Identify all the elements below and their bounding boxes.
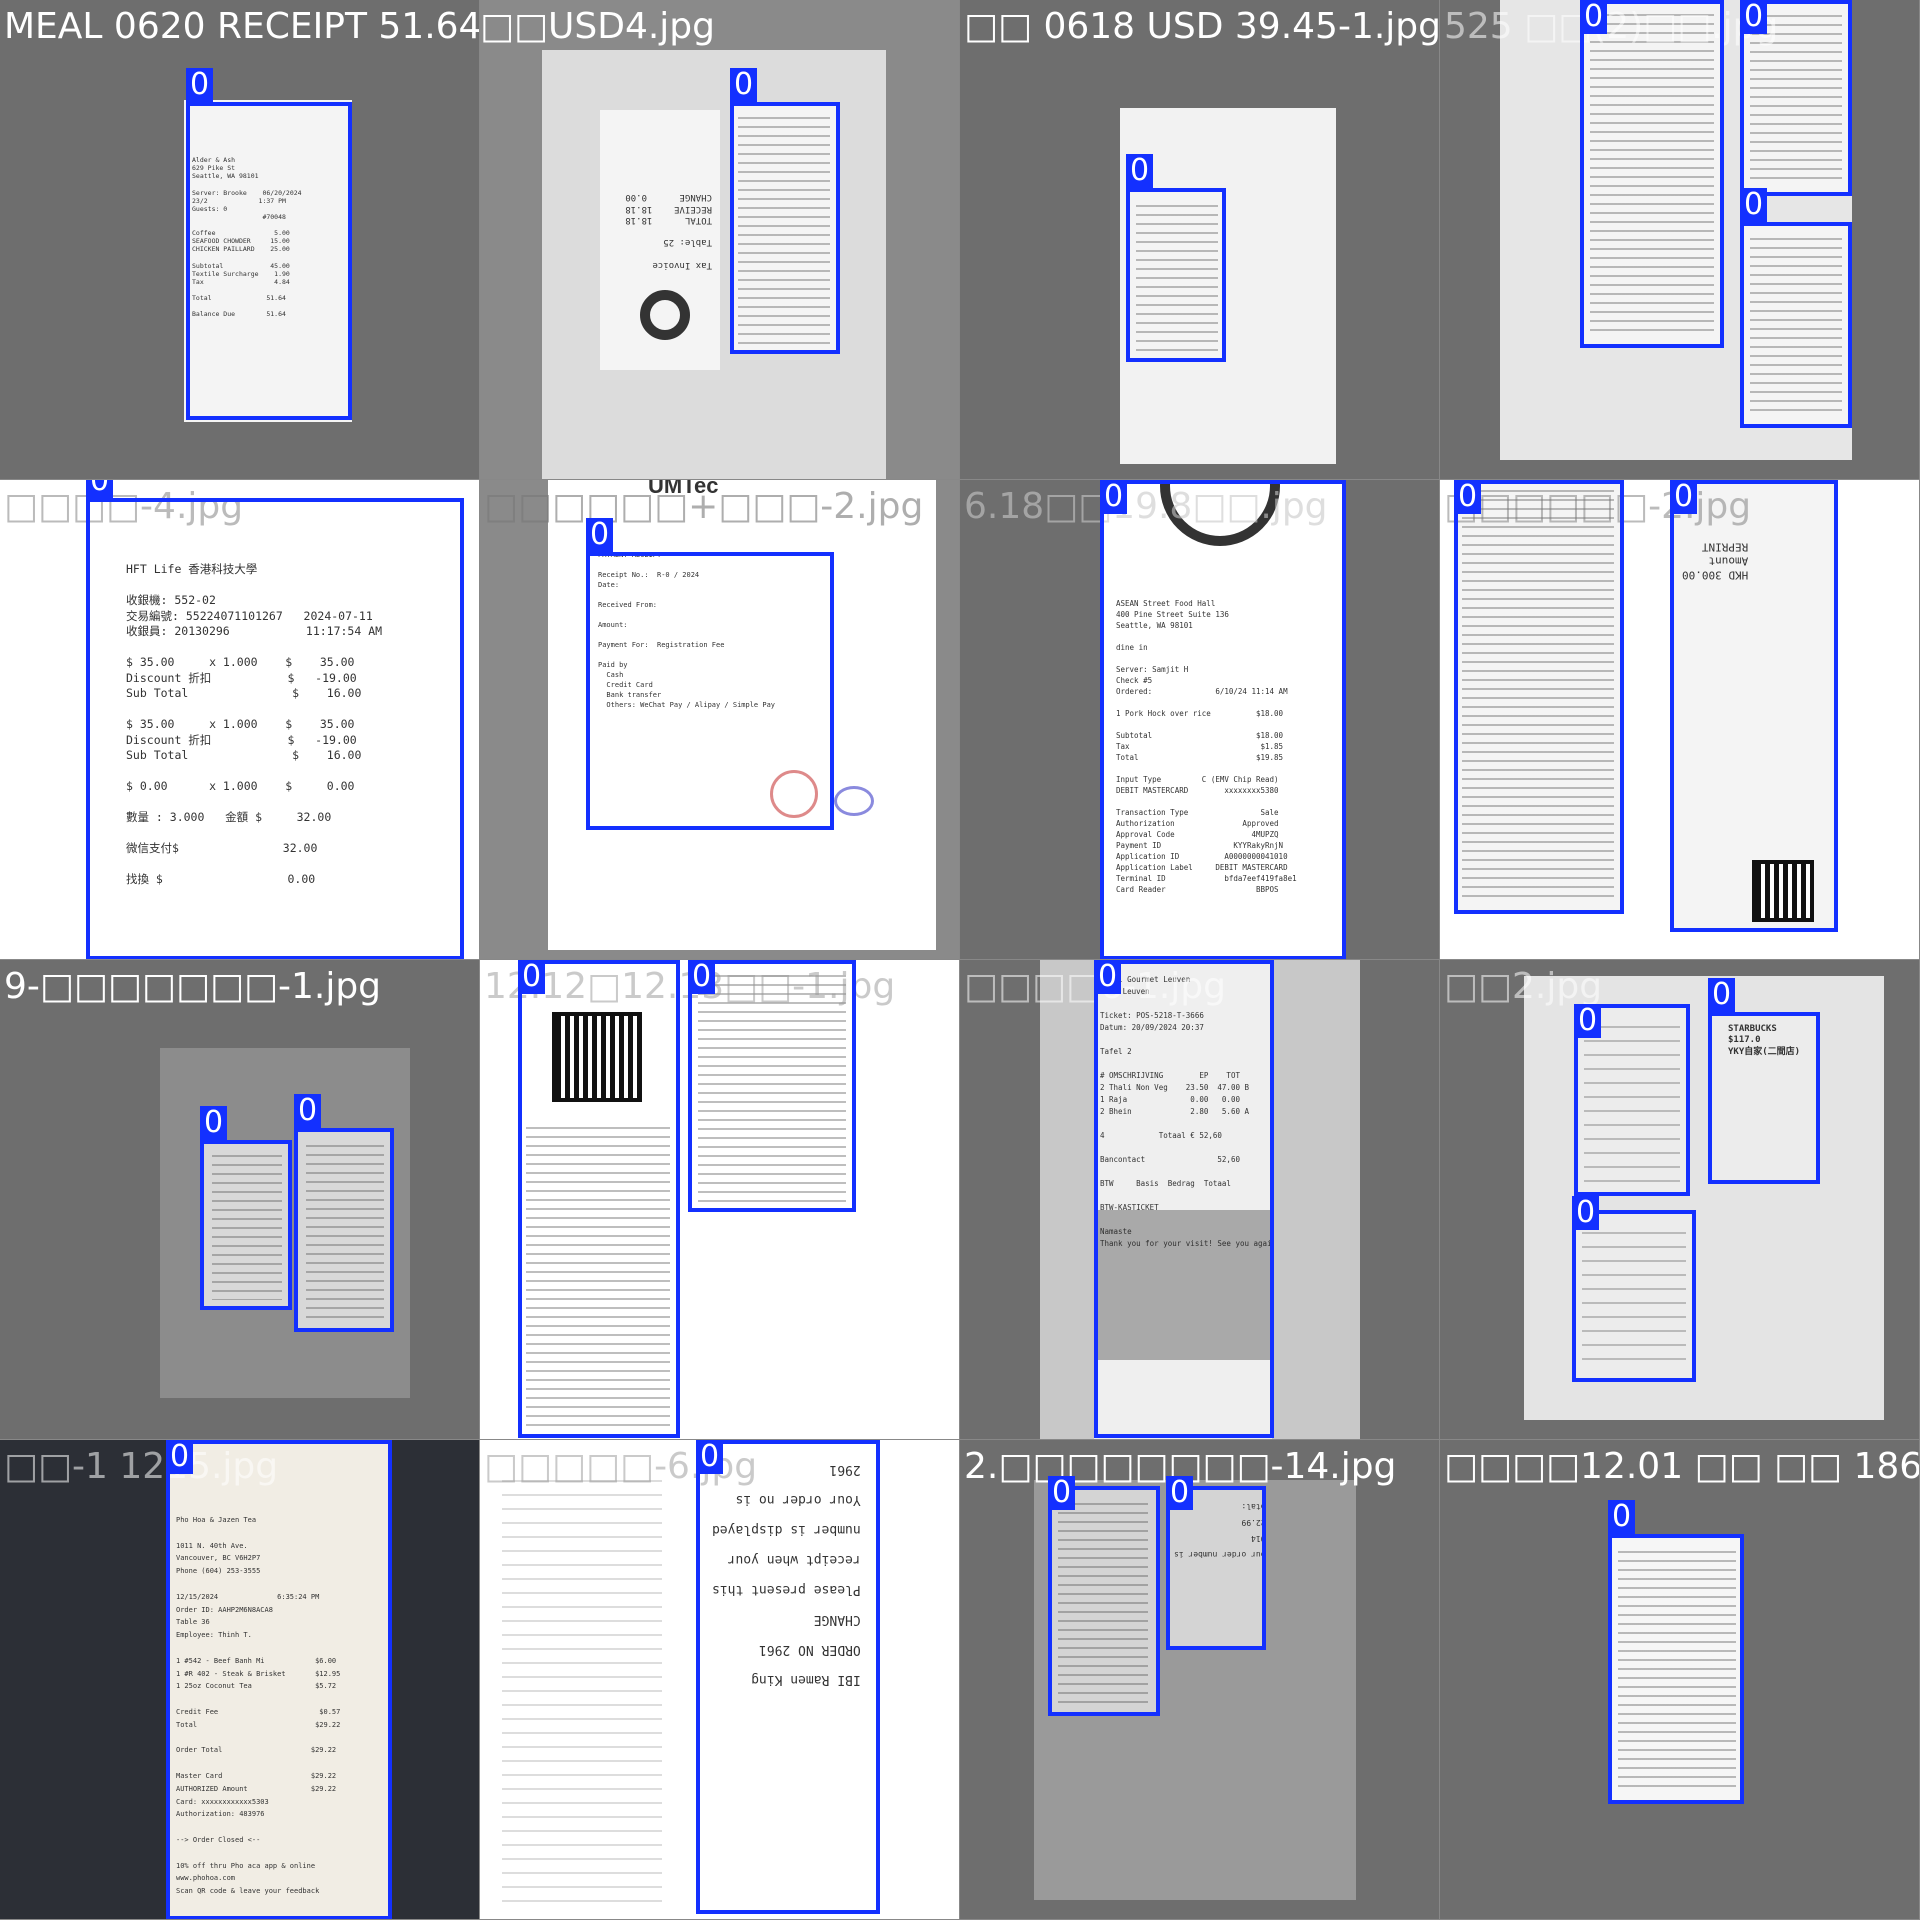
detection-box[interactable]: 0 bbox=[1094, 960, 1274, 1438]
detection-box[interactable]: 0 bbox=[730, 68, 840, 354]
tile-filename: □□ 0618 USD 39.45-1.jpg bbox=[964, 6, 1440, 47]
receipt-paper-left: Tax Invoice Table: 25 TOTAL 18.18 RECEIV… bbox=[600, 110, 720, 370]
class-label: 0 bbox=[688, 960, 716, 994]
tile-4[interactable]: 525 □□(2)□□.jpg 0 0 0 bbox=[1440, 0, 1920, 480]
detection-box-2[interactable]: 0 bbox=[1708, 978, 1820, 1184]
class-label: 0 bbox=[1126, 154, 1154, 188]
tile-filename: □□USD4.jpg bbox=[480, 6, 716, 47]
class-label: 0 bbox=[1574, 1004, 1602, 1038]
class-label: 0 bbox=[1740, 0, 1768, 34]
detection-box[interactable]: 0 bbox=[1608, 1500, 1744, 1804]
class-label: 0 bbox=[294, 1094, 322, 1128]
detection-box-2[interactable]: 0 bbox=[1740, 0, 1852, 196]
class-label: 0 bbox=[1100, 480, 1128, 514]
class-label: 0 bbox=[1094, 960, 1122, 994]
class-label: 0 bbox=[1740, 188, 1768, 222]
tile-6[interactable]: UMTec PAYMENT RECEIPT Receipt No.: R-0 /… bbox=[480, 480, 960, 960]
tile-2[interactable]: Tax Invoice Table: 25 TOTAL 18.18 RECEIV… bbox=[480, 0, 960, 480]
tile-filename: □□□□□□+□□□-2.jpg bbox=[484, 486, 924, 527]
class-label: 0 bbox=[696, 1440, 724, 1474]
detection-box[interactable]: 0 bbox=[186, 68, 352, 420]
blue-stamp-icon bbox=[834, 786, 874, 816]
class-label: 0 bbox=[186, 68, 214, 102]
class-label: 0 bbox=[1048, 1476, 1076, 1510]
tile-filename: 9-□□□□□□□-1.jpg bbox=[4, 966, 382, 1007]
detection-box-1[interactable]: 0 bbox=[518, 960, 680, 1438]
tile-15[interactable]: Your order number is 0014 $22.99 Total: … bbox=[960, 1440, 1440, 1920]
detection-box-1[interactable]: 0 bbox=[200, 1106, 292, 1310]
class-label: 0 bbox=[1580, 0, 1608, 34]
class-label: 0 bbox=[586, 518, 614, 552]
tile-filename: MEAL 0620 RECEIPT 51.64 □□USD4.jpg bbox=[4, 6, 480, 47]
tile-10[interactable]: 12.12□12.13□□-1.jpg 0 0 bbox=[480, 960, 960, 1440]
detection-box-3[interactable]: 0 bbox=[1572, 1196, 1696, 1382]
tile-13[interactable]: Pho Hoa & Jazen Tea 1011 N. 40th Ave. Va… bbox=[0, 1440, 480, 1920]
tile-5[interactable]: HFT Life 香港科技大學 收銀機: 552-02 交易編號: 552240… bbox=[0, 480, 480, 960]
tile-3[interactable]: □□ 0618 USD 39.45-1.jpg 0 bbox=[960, 0, 1440, 480]
class-label: 0 bbox=[1708, 978, 1736, 1012]
detection-box-2[interactable]: 0 bbox=[688, 960, 856, 1212]
tile-12[interactable]: STARBUCKS $117.0 YKY自家(二間店) □□2.jpg 0 0 … bbox=[1440, 960, 1920, 1440]
receipt-logo-icon bbox=[640, 290, 690, 340]
class-label: 0 bbox=[86, 480, 114, 498]
receipt-text: Tax Invoice Table: 25 TOTAL 18.18 RECEIV… bbox=[625, 192, 712, 271]
tile-7[interactable]: ASEAN Street Food Hall 400 Pine Street S… bbox=[960, 480, 1440, 960]
detection-box[interactable]: 0 bbox=[696, 1440, 880, 1914]
detection-box[interactable]: 0 bbox=[86, 480, 464, 959]
tile-8[interactable]: HKD 300.00 Amount REPRINT □□□□□□-2.jpg 0… bbox=[1440, 480, 1920, 960]
tile-1[interactable]: Alder & Ash 629 Pike St Seattle, WA 9810… bbox=[0, 0, 480, 480]
detection-box[interactable]: 0 bbox=[586, 518, 834, 830]
detection-box-2[interactable]: 0 bbox=[1670, 480, 1838, 932]
class-label: 0 bbox=[1166, 1476, 1194, 1510]
detection-box[interactable]: 0 bbox=[1126, 154, 1226, 362]
tile-filename: □□□□12.01 □□ □□ 1865.jpg bbox=[1444, 1446, 1920, 1487]
detection-box-1[interactable]: 0 bbox=[1048, 1476, 1160, 1716]
class-label: 0 bbox=[1572, 1196, 1600, 1230]
class-label: 0 bbox=[518, 960, 546, 994]
class-label: 0 bbox=[1454, 480, 1482, 514]
detection-box-1[interactable]: 0 bbox=[1454, 480, 1624, 914]
detection-box-2[interactable]: 0 bbox=[1166, 1476, 1266, 1650]
tile-filename: □□2.jpg bbox=[1444, 966, 1603, 1007]
tile-11[interactable]: Nepal Gourmet Leuven 3000 Leuven Ticket:… bbox=[960, 960, 1440, 1440]
detection-box[interactable]: 0 bbox=[166, 1440, 392, 1919]
mosaic-grid: Alder & Ash 629 Pike St Seattle, WA 9810… bbox=[0, 0, 1920, 1920]
tile-9[interactable]: 9-□□□□□□□-1.jpg 0 0 bbox=[0, 960, 480, 1440]
detection-box-2[interactable]: 0 bbox=[294, 1094, 394, 1332]
detection-box[interactable]: 0 bbox=[1100, 480, 1346, 959]
detection-box-3[interactable]: 0 bbox=[1740, 188, 1852, 428]
tile-14[interactable]: IBI Ramen King ORDER NO 2961 CHANGE Plea… bbox=[480, 1440, 960, 1920]
class-label: 0 bbox=[166, 1440, 194, 1474]
detection-box-1[interactable]: 0 bbox=[1574, 1004, 1690, 1196]
class-label: 0 bbox=[200, 1106, 228, 1140]
class-label: 0 bbox=[1608, 1500, 1636, 1534]
detection-box-1[interactable]: 0 bbox=[1580, 0, 1724, 348]
class-label: 0 bbox=[1670, 480, 1698, 514]
class-label: 0 bbox=[730, 68, 758, 102]
receipt-paper-1 bbox=[494, 1460, 670, 1919]
tile-16[interactable]: □□□□12.01 □□ □□ 1865.jpg 0 bbox=[1440, 1440, 1920, 1920]
